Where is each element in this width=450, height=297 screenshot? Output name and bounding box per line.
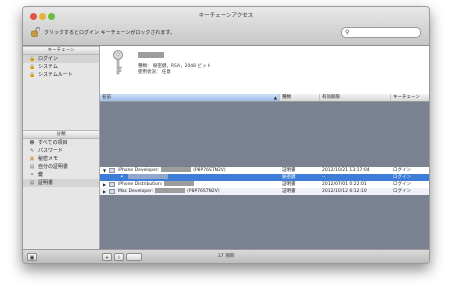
sidebar-item-keys[interactable]: ⚭ 鍵	[23, 171, 99, 179]
window-title: キーチェーンアクセス	[198, 13, 254, 19]
column-label: 名前	[102, 95, 111, 100]
row-name-prefix: iPhone Developer:	[118, 168, 160, 173]
sidebar-item-my-certificates[interactable]: ▤ 自分の証明書	[23, 163, 99, 171]
row-kind: 秘密鍵	[282, 175, 296, 180]
row-name-suffix: (P8P76STN2V)	[193, 168, 226, 173]
keychains-header: キーチェーン	[23, 46, 99, 55]
key-icon: ⚭	[120, 175, 124, 180]
sidebar-item-system-roots[interactable]: 🔒 システムルート	[23, 71, 99, 79]
empty-rows-area	[100, 102, 429, 167]
redacted-item-name	[138, 52, 164, 58]
sidebar-item-all-items[interactable]: ☻ すべての項目	[23, 139, 99, 147]
sidebar-item-passwords[interactable]: ✎ パスワード	[23, 147, 99, 155]
certificate-icon	[109, 189, 115, 194]
table-row[interactable]: ⚭ 秘密鍵 -- ログイン	[100, 174, 429, 181]
empty-rows-area	[100, 195, 429, 249]
row-keychain: ログイン	[393, 189, 411, 194]
row-keychain: ログイン	[393, 168, 411, 173]
sidebar-item-label: システムルート	[38, 72, 73, 78]
row-kind: 証明書	[282, 189, 296, 194]
status-bar: ▣ + i 17 項目	[23, 249, 429, 263]
sidebar-item-label: パスワード	[38, 148, 64, 154]
certificate-icon: ▤	[29, 180, 35, 186]
column-header-keychain[interactable]: キーチェーン	[391, 94, 429, 101]
row-keychain: ログイン	[393, 175, 411, 180]
row-kind: 証明書	[282, 182, 296, 187]
sidebar-item-label: ログイン	[38, 56, 59, 62]
sidebar-item-label: 鍵	[38, 172, 44, 178]
keychain-access-window: キーチェーンアクセス クリックするとログイン キーチェーンがロックされます。 ⚲…	[22, 6, 430, 264]
certificate-icon: ▤	[29, 164, 35, 170]
lock-open-icon[interactable]	[31, 27, 40, 37]
column-header-expires[interactable]: 有効期限	[320, 94, 391, 101]
lock-icon: 🔒	[29, 72, 36, 78]
table-row[interactable]: ▶ Mac Developer: (P8P76STN2V) 証明書 2012/10…	[100, 188, 429, 195]
pencil-icon: ✎	[29, 148, 35, 154]
sidebar: キーチェーン 🔓 ログイン 🔒 システム 🔒 システムルート 分類 ☻ すべての…	[23, 46, 100, 249]
main-pane: 種類： 秘密鍵，RSA，2048 ビット 使用状況： 任意 名前 ▲ 種類 有効…	[100, 46, 429, 249]
lock-hint-text: クリックするとログイン キーチェーンがロックされます。	[44, 30, 175, 36]
sidebar-item-certificates[interactable]: ▤ 証明書	[23, 179, 99, 187]
sidebar-item-login[interactable]: 🔓 ログイン	[23, 55, 99, 63]
note-icon: ▣	[29, 156, 35, 162]
column-header-kind[interactable]: 種類	[280, 94, 320, 101]
lock-open-icon: 🔓	[29, 56, 36, 62]
lock-icon: 🔒	[29, 64, 36, 70]
certificate-icon	[109, 182, 115, 187]
sidebar-item-label: 秘密メモ	[38, 156, 59, 162]
search-icon: ⚲	[345, 29, 350, 36]
disclosure-collapsed-icon[interactable]: ▶	[103, 181, 106, 188]
sidebar-item-label: 自分の証明書	[38, 164, 69, 170]
people-icon: ☻	[29, 140, 35, 146]
row-expires: 2012/07/01 0:22:01	[322, 182, 367, 187]
disclosure-collapsed-icon[interactable]: ▶	[103, 188, 106, 195]
item-usage-info: 使用状況： 任意	[138, 70, 171, 75]
column-header-name[interactable]: 名前 ▲	[100, 94, 280, 101]
row-name-prefix: iPhone Distribution:	[118, 182, 163, 187]
title-bar: キーチェーンアクセス クリックするとログイン キーチェーンがロックされます。 ⚲	[23, 7, 429, 46]
redacted-name	[155, 188, 186, 193]
table-header: 名前 ▲ 種類 有効期限 キーチェーン	[100, 94, 429, 102]
row-expires: 2012/10/21 13:17:04	[322, 168, 370, 173]
redacted-name	[164, 181, 195, 186]
table-row[interactable]: ▼ iPhone Developer: (P8P76STN2V) 証明書 2012…	[100, 167, 429, 174]
row-keychain: ログイン	[393, 182, 411, 187]
table-row[interactable]: ▶ iPhone Distribution: 証明書 2012/07/01 0:…	[100, 181, 429, 188]
category-header: 分類	[23, 130, 99, 139]
item-count: 17 項目	[217, 254, 235, 259]
sidebar-item-label: すべての項目	[38, 140, 68, 146]
row-name-suffix: (P8P76STN2V)	[187, 189, 220, 194]
redacted-name	[128, 174, 168, 179]
column-label: 有効期限	[322, 95, 340, 100]
key-icon: ⚭	[29, 172, 35, 178]
item-info-panel: 種類： 秘密鍵，RSA，2048 ビット 使用状況： 任意	[100, 46, 429, 88]
column-label: キーチェーン	[393, 95, 420, 100]
certificate-icon	[109, 168, 115, 173]
row-name-prefix: Mac Developer:	[118, 189, 154, 194]
sidebar-item-secure-notes[interactable]: ▣ 秘密メモ	[23, 155, 99, 163]
sidebar-item-system[interactable]: 🔒 システム	[23, 63, 99, 71]
sidebar-item-label: 証明書	[38, 180, 54, 186]
sidebar-item-label: システム	[38, 64, 58, 70]
key-icon	[113, 50, 123, 75]
search-input[interactable]: ⚲	[341, 27, 421, 38]
row-kind: 証明書	[282, 168, 296, 173]
disclosure-expanded-icon[interactable]: ▼	[103, 167, 106, 174]
column-label: 種類	[282, 95, 291, 100]
row-expires: 2012/10/12 6:12:10	[322, 189, 367, 194]
redacted-name	[161, 167, 192, 172]
sort-ascending-icon: ▲	[273, 95, 277, 100]
row-expires: --	[322, 175, 326, 180]
